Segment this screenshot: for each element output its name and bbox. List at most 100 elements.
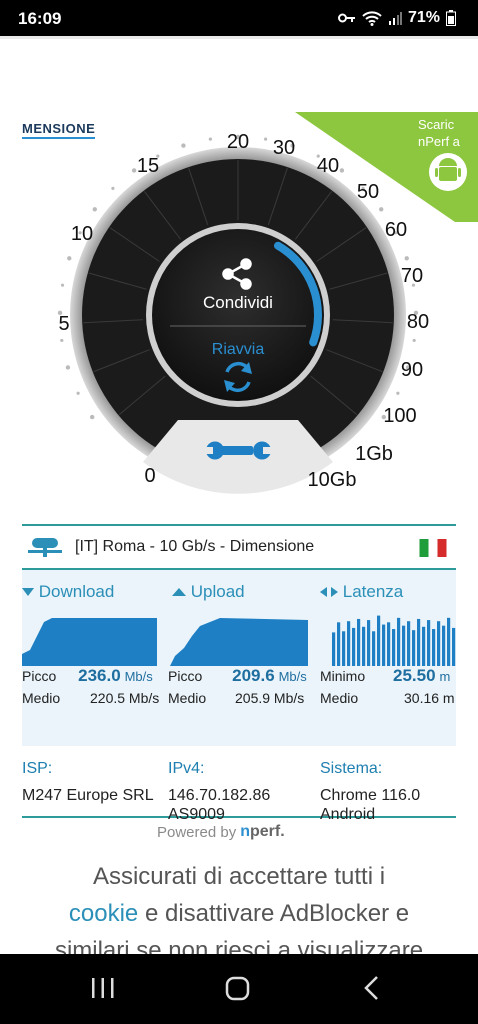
cookie-link[interactable]: cookie — [69, 900, 138, 927]
results-panel: [IT] Roma - 10 Gb/s - Dimensione Downloa… — [22, 524, 456, 823]
latency-bar — [437, 621, 441, 666]
download-peak-row: Picco 236.0 Mb/s — [22, 666, 153, 686]
latency-bar — [432, 629, 436, 666]
scale-label-10: 10 — [71, 223, 93, 245]
upload-peak-unit: Mb/s — [278, 669, 307, 684]
server-row[interactable]: [IT] Roma - 10 Gb/s - Dimensione — [22, 526, 456, 570]
signal-icon — [388, 12, 402, 25]
notice-line2: cookie e disattivare AdBlocker e — [0, 895, 478, 932]
share-label[interactable]: Condividi — [203, 293, 273, 312]
italy-flag — [419, 539, 447, 557]
upload-column: Upload Picco 209.6 Mb/s Medio 205.9 Mb/s — [168, 570, 310, 746]
status-icons: 71% — [337, 9, 456, 27]
tick-dot — [67, 256, 72, 261]
tick-dot — [339, 168, 345, 173]
scale-label-70: 70 — [401, 265, 423, 287]
download-peak-unit: Mb/s — [124, 669, 153, 684]
download-header: Download — [22, 582, 114, 602]
nperf-logo-rest: perf. — [250, 823, 285, 840]
tick-dot — [379, 207, 384, 212]
scale-label-90: 90 — [401, 359, 423, 381]
latency-header: Latenza — [320, 582, 403, 602]
latency-bar — [372, 631, 376, 666]
download-graph — [22, 618, 157, 666]
powered-by[interactable]: Powered by nperf. — [157, 823, 285, 841]
status-time: 16:09 — [18, 9, 62, 28]
scale-label-5: 5 — [58, 313, 69, 335]
isp-value: M247 Europe SRL — [22, 787, 154, 804]
tick-dot — [89, 414, 95, 420]
upload-arrow-icon — [172, 588, 186, 596]
latency-bar — [452, 627, 456, 666]
upload-avg-row: Medio 205.9 Mb/s — [168, 690, 304, 706]
notice-line2-rest: e disattivare AdBlocker e — [138, 900, 410, 927]
latency-bar — [352, 627, 356, 666]
latency-bar — [427, 620, 431, 666]
upload-header: Upload — [172, 582, 245, 602]
wifi-icon — [362, 11, 382, 26]
tick-dot — [181, 143, 186, 148]
upload-title: Upload — [190, 582, 245, 601]
scale-label-30: 30 — [273, 137, 295, 159]
scale-label-50: 50 — [357, 181, 379, 203]
latency-min-row: Minimo 25.50 m — [320, 666, 450, 686]
tick-dot — [111, 186, 115, 190]
scale-label-0: 0 — [144, 465, 155, 487]
tick-dot — [404, 256, 409, 261]
latency-bar — [357, 618, 361, 666]
ipv4-value: 146.70.182.86 — [168, 787, 271, 804]
upload-peak-value: 209.6 — [232, 666, 275, 685]
latency-bar — [332, 632, 336, 666]
download-arrow-icon — [22, 588, 34, 596]
latency-bar — [362, 626, 366, 666]
download-avg-value: 220.5 Mb/s — [90, 690, 160, 706]
tick-dot — [92, 207, 97, 212]
download-peak-value: 236.0 — [78, 666, 121, 685]
download-avg-label: Medio — [22, 690, 61, 706]
scale-label-40: 40 — [317, 155, 339, 177]
scale-label-15: 15 — [137, 155, 159, 177]
speed-gauge: Condividi Riavvia 0 5 10 15 20 30 40 50 60 70 80 90… — [57, 131, 429, 494]
scale-label-1Gb: 1Gb — [355, 443, 393, 465]
latency-avg-label: Medio — [320, 690, 359, 706]
tick-dot — [60, 283, 65, 287]
server-icon — [28, 538, 62, 557]
key-icon — [337, 13, 355, 23]
back-icon[interactable] — [360, 974, 384, 1002]
system-nav-bar — [0, 954, 478, 1024]
latency-avg-value: 30.16 m — [404, 690, 455, 706]
latency-bar — [377, 615, 381, 666]
hub — [152, 229, 324, 401]
tick-dot — [208, 137, 212, 141]
top-divider — [0, 36, 478, 39]
latency-bar — [407, 621, 411, 666]
asn-value: AS9009 — [168, 806, 225, 823]
home-icon[interactable] — [224, 974, 252, 1002]
download-column: Download Picco 236.0 Mb/s Medio 220.5 Mb… — [22, 570, 162, 746]
isp-label: ISP: — [22, 760, 53, 777]
upload-peak-row: Picco 209.6 Mb/s — [168, 666, 307, 686]
latency-bar — [417, 618, 421, 666]
upload-graph — [170, 618, 308, 666]
latency-title: Latenza — [342, 582, 404, 601]
status-bar: 16:09 71% — [0, 0, 478, 36]
latency-min-unit: m — [439, 669, 451, 684]
ipv4-label: IPv4: — [168, 760, 205, 777]
latency-column: Latenza Minimo 25.50 m Medio 30.16 m — [318, 570, 456, 746]
latency-bar — [447, 617, 451, 666]
upload-avg-value: 205.9 Mb/s — [235, 690, 305, 706]
latency-min-value: 25.50 — [393, 666, 436, 685]
restart-label[interactable]: Riavvia — [212, 341, 265, 358]
latency-arrows-icon — [320, 587, 338, 597]
tick-dot — [65, 365, 71, 370]
download-title: Download — [38, 582, 115, 601]
tick-dot — [76, 391, 80, 395]
system-label: Sistema: — [320, 760, 383, 777]
download-avg-row: Medio 220.5 Mb/s — [22, 690, 159, 706]
scale-label-60: 60 — [385, 219, 407, 241]
server-label: [IT] Roma - 10 Gb/s - Dimensione — [75, 538, 315, 555]
recent-apps-icon[interactable] — [90, 974, 116, 1002]
latency-bar — [342, 631, 346, 666]
download-peak-label: Picco — [22, 668, 57, 684]
system-os: Android — [320, 806, 376, 823]
